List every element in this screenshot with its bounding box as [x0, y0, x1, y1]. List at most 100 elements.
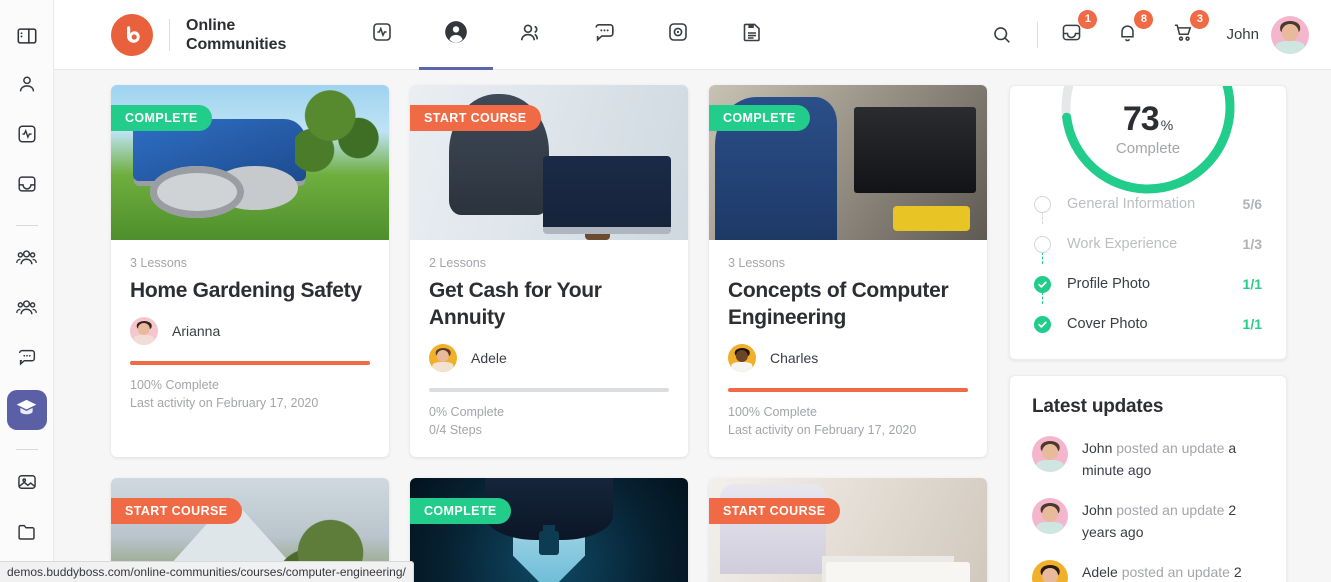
brand[interactable]: Online Communities	[54, 13, 286, 56]
activity-icon	[16, 123, 38, 150]
sidebar-item-photos[interactable]	[7, 464, 47, 504]
business-meeting-photo	[709, 478, 987, 582]
courses-grid: COMPLETE 3 Lessons Home Gardening Safety…	[111, 85, 1006, 582]
checkbox-circle-icon[interactable]	[1034, 235, 1051, 253]
latest-updates-widget: Latest updates John posted an update a m…	[1009, 375, 1287, 582]
sidebar-toggle-icon[interactable]	[7, 16, 47, 56]
course-card[interactable]: COMPLETE 3 Lessons Home Gardening Safety…	[111, 85, 389, 457]
groups-icon	[15, 246, 38, 274]
course-card[interactable]: COMPLETE 3 Lessons Concepts of Computer …	[709, 85, 987, 457]
sidebar-item-inbox[interactable]	[7, 166, 47, 206]
header-divider	[1037, 21, 1039, 48]
avatar[interactable]	[1032, 436, 1068, 472]
update-item[interactable]: Adele posted an update 2	[1032, 560, 1264, 582]
image-icon	[16, 471, 38, 498]
avatar[interactable]	[1032, 560, 1068, 582]
graduation-cap-icon	[15, 396, 38, 424]
progress-label: 0% Complete	[429, 405, 505, 419]
sidebar-item-groups[interactable]	[7, 240, 47, 280]
course-title[interactable]: Concepts of Computer Engineering	[728, 277, 968, 331]
progress-bar	[429, 388, 669, 392]
tab-activity[interactable]	[345, 0, 419, 70]
checklist-item-general-information[interactable]: General Information 5/6	[1034, 184, 1262, 224]
sidebar-item-courses[interactable]	[6, 390, 47, 430]
main-content: COMPLETE 3 Lessons Home Gardening Safety…	[54, 70, 1331, 582]
notifications-button[interactable]: 8	[1110, 9, 1154, 52]
tab-documents[interactable]	[715, 0, 789, 70]
right-sidebar: 73% Complete General Information 5/6 Wor…	[1009, 85, 1287, 582]
course-title[interactable]: Home Gardening Safety	[130, 277, 370, 304]
progress-gauge: 73% Complete	[1055, 86, 1241, 200]
author-avatar	[429, 344, 457, 372]
left-sidebar	[0, 0, 54, 582]
course-author[interactable]: Arianna	[130, 317, 370, 345]
user-name[interactable]: John	[1226, 26, 1259, 43]
tab-messages[interactable]	[567, 0, 641, 70]
lesson-count: 2 Lessons	[429, 256, 486, 270]
check-circle-icon[interactable]	[1034, 315, 1051, 333]
update-item[interactable]: John posted an update 2 years ago	[1032, 498, 1264, 543]
sidebar-divider-2	[15, 449, 38, 450]
checkbox-circle-icon[interactable]	[1034, 195, 1051, 213]
person-icon	[16, 73, 38, 100]
chat-icon	[592, 20, 617, 50]
top-header: Online Communities 1 8 3 John	[54, 0, 1331, 70]
notifications-badge: 8	[1134, 9, 1154, 29]
check-circle-icon[interactable]	[1034, 275, 1051, 293]
checklist-item-profile-photo[interactable]: Profile Photo 1/1	[1034, 264, 1262, 304]
update-item[interactable]: John posted an update a minute ago	[1032, 436, 1264, 481]
members-icon	[15, 296, 38, 324]
sidebar-divider	[15, 225, 38, 226]
checklist-item-work-experience[interactable]: Work Experience 1/3	[1034, 224, 1262, 264]
checklist-label: General Information	[1067, 196, 1196, 212]
course-title[interactable]: Get Cash for Your Annuity	[429, 277, 669, 331]
tab-members[interactable]	[493, 0, 567, 70]
status-badge: COMPLETE	[410, 498, 511, 524]
checklist-connector	[1042, 212, 1044, 224]
update-time: 2	[1233, 564, 1242, 580]
tab-profile[interactable]	[419, 0, 494, 70]
course-image: START COURSE	[410, 85, 688, 240]
last-activity: Last activity on February 17, 2020	[728, 423, 917, 437]
messages-badge: 1	[1078, 9, 1098, 29]
checklist-count: 1/1	[1242, 276, 1262, 292]
cart-button[interactable]: 3	[1166, 9, 1210, 52]
completion-caption: Complete	[1115, 140, 1181, 157]
update-action: posted an update	[1121, 564, 1230, 580]
course-card[interactable]: START COURSE	[709, 478, 987, 582]
widget-title: Latest updates	[1032, 396, 1164, 417]
app-root: Online Communities 1 8 3 John COMPLETE 3…	[0, 0, 1331, 582]
checklist-item-cover-photo[interactable]: Cover Photo 1/1	[1034, 304, 1262, 344]
sidebar-item-messages[interactable]	[7, 340, 47, 380]
course-author[interactable]: Charles	[728, 344, 968, 372]
sidebar-item-documents[interactable]	[7, 514, 47, 554]
sidebar-item-members[interactable]	[7, 290, 47, 330]
course-author[interactable]: Adele	[429, 344, 669, 372]
brand-divider	[169, 18, 170, 51]
camera-icon	[666, 20, 690, 49]
update-user[interactable]: John	[1082, 502, 1112, 518]
tab-photos[interactable]	[641, 0, 715, 70]
update-text: John posted an update a minute ago	[1082, 436, 1264, 481]
checklist-count: 5/6	[1242, 196, 1262, 212]
cyber-security-shield-photo	[410, 478, 688, 582]
update-user[interactable]: Adele	[1082, 564, 1118, 580]
update-action: posted an update	[1116, 440, 1225, 456]
top-navigation	[345, 0, 789, 70]
avatar[interactable]	[1271, 15, 1309, 54]
sidebar-item-activity[interactable]	[7, 116, 47, 156]
status-badge: START COURSE	[111, 498, 242, 524]
course-card[interactable]: COMPLETE	[410, 478, 688, 582]
header-actions: 1 8 3 John	[985, 0, 1331, 70]
messages-button[interactable]: 1	[1054, 9, 1098, 52]
status-badge: START COURSE	[709, 498, 840, 524]
browser-status-bar: demos.buddyboss.com/online-communities/c…	[0, 561, 414, 582]
person-filled-icon	[443, 19, 469, 50]
course-card[interactable]: START COURSE 2 Lessons Get Cash for Your…	[410, 85, 688, 457]
profile-completion-widget: 73% Complete General Information 5/6 Wor…	[1009, 85, 1287, 360]
avatar[interactable]	[1032, 498, 1068, 534]
update-user[interactable]: John	[1082, 440, 1112, 456]
sidebar-item-profile[interactable]	[7, 66, 47, 106]
search-icon[interactable]	[985, 18, 1019, 52]
author-avatar	[728, 344, 756, 372]
